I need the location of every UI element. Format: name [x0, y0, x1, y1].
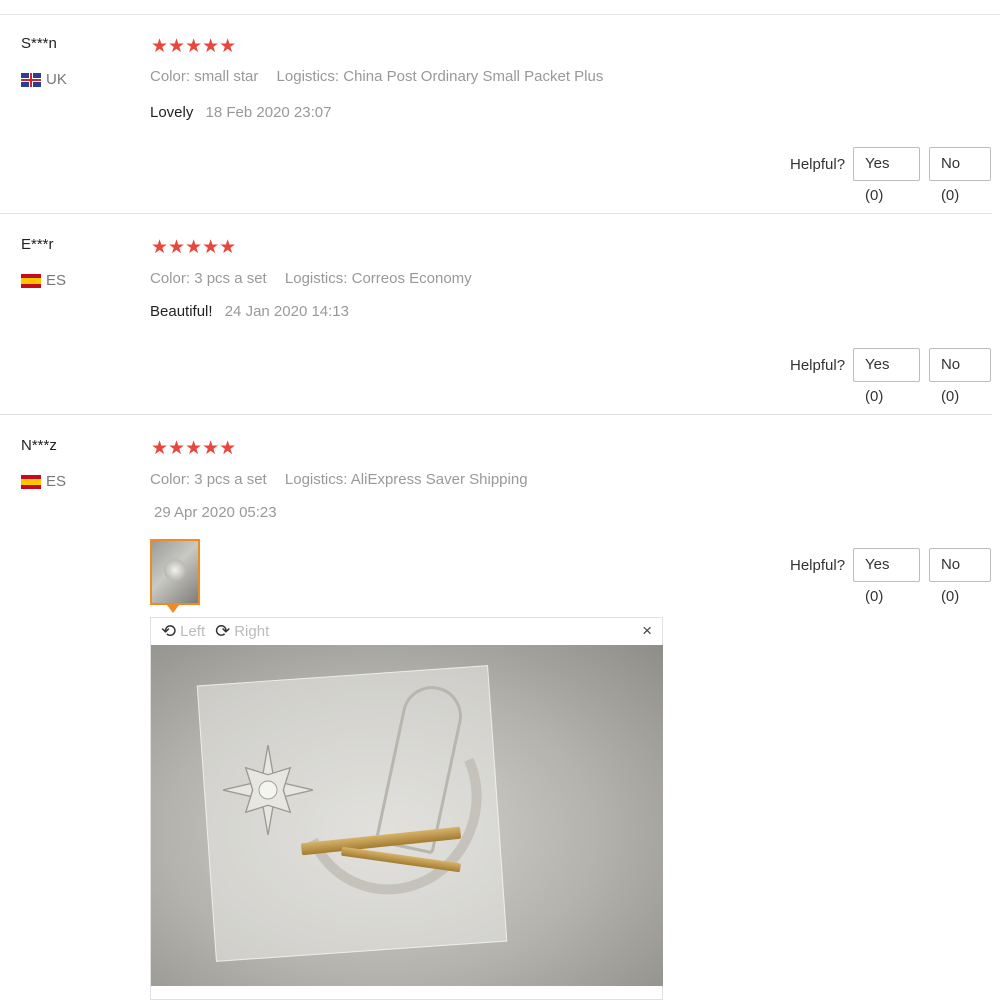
helpful-yes-button[interactable]: Yes (0) — [853, 548, 920, 605]
reviewer-country: UK — [21, 71, 67, 88]
review-body: Lovely 18 Feb 2020 23:07 — [150, 104, 331, 121]
review-date: 18 Feb 2020 23:07 — [205, 104, 332, 121]
photo-viewer: ⟲ Left ⟳ Right × — [150, 617, 663, 1000]
logistics-label: Logistics: — [284, 270, 348, 287]
review-text: Beautiful! — [150, 303, 213, 320]
rating-stars: ★★★★★ — [151, 36, 237, 57]
review-divider — [0, 414, 992, 415]
es-flag-icon — [21, 273, 41, 288]
rotate-left-button[interactable]: ⟲ Left — [161, 621, 205, 642]
thumbnail-pointer — [167, 605, 179, 613]
uk-flag-icon — [21, 72, 41, 87]
rating-stars: ★★★★★ — [151, 438, 237, 459]
close-icon[interactable]: × — [642, 621, 652, 641]
rotate-left-label: Left — [180, 623, 206, 640]
review-photo — [151, 645, 663, 986]
review-text: Lovely — [150, 104, 194, 121]
rotate-right-button[interactable]: ⟳ Right — [215, 621, 269, 642]
helpful-label: Helpful? — [790, 356, 846, 374]
color-label: Color: — [150, 270, 191, 287]
review-attributes: Color: small star Logistics: China Post … — [150, 68, 617, 85]
review-body: 29 Apr 2020 05:23 — [154, 504, 277, 521]
helpful-label: Helpful? — [790, 556, 846, 574]
es-flag-icon — [21, 474, 41, 489]
helpful-yes-button[interactable]: Yes (0) — [853, 147, 920, 204]
rating-stars: ★★★★★ — [151, 237, 237, 258]
logistics-label: Logistics: — [284, 471, 348, 488]
top-divider — [0, 14, 1000, 15]
rotate-right-icon: ⟳ — [215, 621, 231, 641]
country-code: UK — [46, 71, 67, 88]
reviewer-country: ES — [21, 473, 66, 490]
review-date: 24 Jan 2020 14:13 — [224, 303, 349, 320]
reviewer-name: S***n — [21, 35, 57, 52]
review-photo-thumbnail[interactable] — [150, 539, 200, 605]
reviewer-country: ES — [21, 272, 66, 289]
reviewer-name: N***z — [21, 437, 57, 454]
rotate-left-icon: ⟲ — [161, 621, 177, 641]
helpful-no-button[interactable]: No (0) — [928, 548, 991, 605]
rotate-right-label: Right — [234, 623, 270, 640]
logistics-value: China Post Ordinary Small Packet Plus — [343, 68, 604, 85]
review-date: 29 Apr 2020 05:23 — [154, 504, 277, 521]
helpful-yes-button[interactable]: Yes (0) — [853, 348, 920, 405]
helpful-row: Helpful? Yes (0) No (0) — [790, 548, 1000, 605]
helpful-row: Helpful? Yes (0) No (0) — [790, 147, 1000, 204]
helpful-label: Helpful? — [790, 155, 846, 173]
review-body: Beautiful! 24 Jan 2020 14:13 — [150, 303, 349, 320]
logistics-value: Correos Economy — [351, 270, 472, 287]
logistics-label: Logistics: — [276, 68, 340, 85]
helpful-row: Helpful? Yes (0) No (0) — [790, 348, 1000, 405]
logistics-value: AliExpress Saver Shipping — [350, 471, 528, 488]
reviewer-name: E***r — [21, 236, 54, 253]
helpful-no-button[interactable]: No (0) — [928, 147, 991, 204]
color-value: small star — [194, 68, 259, 85]
color-value: 3 pcs a set — [194, 270, 267, 287]
helpful-no-button[interactable]: No (0) — [928, 348, 991, 405]
color-label: Color: — [150, 471, 191, 488]
country-code: ES — [46, 272, 67, 289]
review-attributes: Color: 3 pcs a set Logistics: AliExpress… — [150, 471, 542, 488]
color-label: Color: — [150, 68, 191, 85]
review-divider — [0, 213, 992, 214]
country-code: ES — [46, 473, 67, 490]
color-value: 3 pcs a set — [194, 471, 267, 488]
review-attributes: Color: 3 pcs a set Logistics: Correos Ec… — [150, 270, 486, 287]
viewer-toolbar: ⟲ Left ⟳ Right × — [151, 618, 662, 645]
